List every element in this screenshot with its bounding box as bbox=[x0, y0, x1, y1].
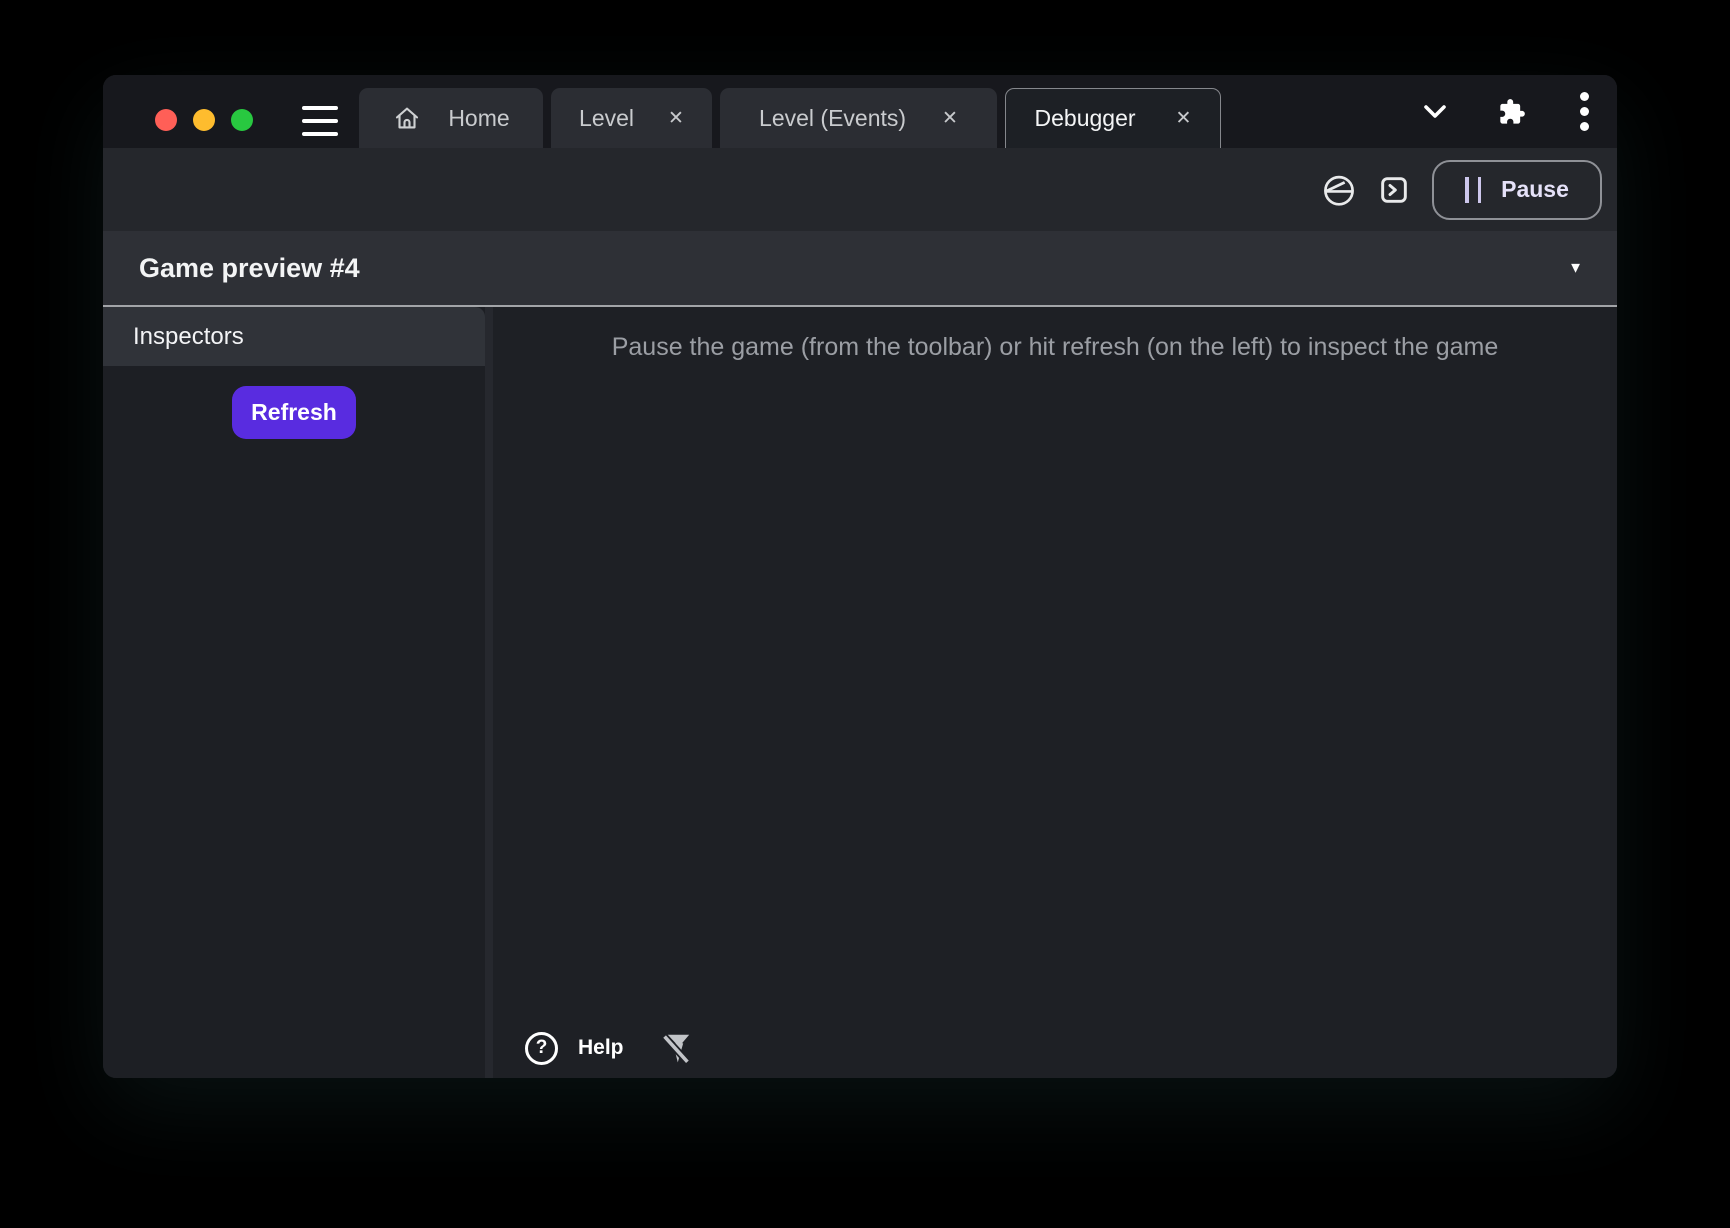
app-window: Home Level ✕ Level (Events) ✕ Debugger ✕ bbox=[103, 75, 1617, 1078]
sidebar-resize-handle[interactable] bbox=[485, 307, 493, 1078]
panel-footer: ? Help bbox=[525, 1030, 692, 1066]
pause-icon bbox=[1465, 177, 1481, 203]
tab-bar: Home Level ✕ Level (Events) ✕ Debugger ✕ bbox=[359, 88, 1221, 148]
console-icon[interactable] bbox=[1378, 174, 1410, 206]
tab-label: Level bbox=[579, 105, 634, 132]
debugger-content: Inspectors Refresh Pause the game (from … bbox=[103, 307, 1617, 1078]
close-tab-icon[interactable]: ✕ bbox=[1176, 109, 1192, 128]
titlebar: Home Level ✕ Level (Events) ✕ Debugger ✕ bbox=[103, 75, 1617, 148]
chevron-down-icon[interactable] bbox=[1420, 99, 1450, 125]
tab-debugger[interactable]: Debugger ✕ bbox=[1005, 88, 1221, 148]
pause-button-label: Pause bbox=[1501, 176, 1569, 203]
zoom-window-button[interactable] bbox=[231, 109, 253, 131]
minimize-window-button[interactable] bbox=[193, 109, 215, 131]
titlebar-right-actions bbox=[1420, 75, 1589, 148]
puzzle-extension-icon[interactable] bbox=[1498, 98, 1526, 126]
help-button-label: Help bbox=[578, 1036, 624, 1060]
tab-level-events[interactable]: Level (Events) ✕ bbox=[720, 88, 997, 148]
pause-button[interactable]: Pause bbox=[1432, 160, 1602, 220]
pin-off-icon[interactable] bbox=[660, 1030, 692, 1066]
debugger-toolbar: Pause bbox=[103, 148, 1617, 231]
close-tab-icon[interactable]: ✕ bbox=[942, 109, 958, 128]
tab-level[interactable]: Level ✕ bbox=[551, 88, 712, 148]
tab-label: Level (Events) bbox=[759, 105, 906, 132]
inspector-main-panel: Pause the game (from the toolbar) or hit… bbox=[493, 307, 1617, 1078]
home-icon bbox=[392, 103, 422, 133]
close-window-button[interactable] bbox=[155, 109, 177, 131]
inspector-hint-message: Pause the game (from the toolbar) or hit… bbox=[493, 333, 1617, 362]
help-button[interactable]: ? Help bbox=[525, 1032, 624, 1065]
hamburger-menu-icon[interactable] bbox=[302, 106, 338, 136]
refresh-button[interactable]: Refresh bbox=[232, 386, 356, 439]
profiler-gauge-icon[interactable] bbox=[1322, 173, 1356, 207]
caret-down-icon[interactable]: ▼ bbox=[1568, 260, 1583, 277]
traffic-lights bbox=[155, 109, 253, 131]
tab-home[interactable]: Home bbox=[359, 88, 543, 148]
tab-label: Debugger bbox=[1035, 105, 1136, 132]
inspectors-sidebar: Inspectors Refresh bbox=[103, 307, 485, 1078]
kebab-menu-icon[interactable] bbox=[1580, 92, 1589, 131]
help-circle-icon: ? bbox=[525, 1032, 558, 1065]
help-glyph: ? bbox=[536, 1037, 548, 1059]
game-preview-title: Game preview #4 bbox=[139, 253, 360, 284]
tab-label: Home bbox=[448, 105, 509, 132]
inspectors-header-label: Inspectors bbox=[133, 323, 244, 351]
game-preview-header[interactable]: Game preview #4 ▼ bbox=[103, 231, 1617, 307]
inspectors-header: Inspectors bbox=[103, 307, 485, 366]
close-tab-icon[interactable]: ✕ bbox=[668, 109, 684, 128]
